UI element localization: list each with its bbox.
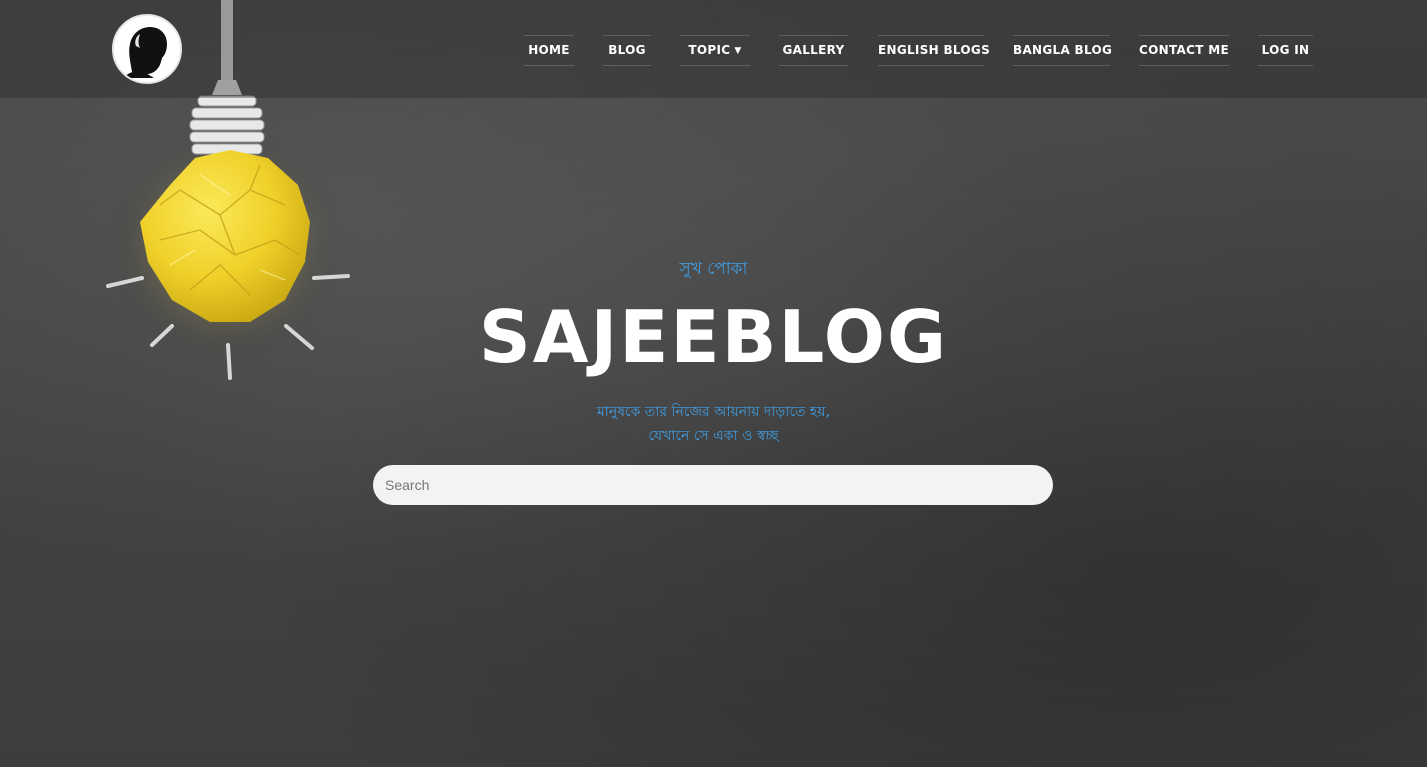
nav-item-topic[interactable]: TOPIC ▼	[680, 35, 750, 66]
chevron-down-icon: ▼	[734, 46, 742, 56]
page: HOME BLOG TOPIC ▼ GALLERY ENGLISH BLOGS B…	[0, 0, 1427, 767]
nav-item-label: TOPIC	[688, 43, 731, 57]
nav-item-label: HOME	[528, 43, 570, 57]
nav-item-english-blogs[interactable]: ENGLISH BLOGS	[878, 35, 990, 66]
quote-line-1: মানুষকে তার নিজের আয়নায় দাড়াতে হয়,	[597, 404, 830, 420]
nav-item-label: BANGLA BLOG	[1013, 43, 1113, 57]
nav-item-log-in[interactable]: LOG IN	[1258, 35, 1313, 66]
main-nav: HOME BLOG TOPIC ▼ GALLERY ENGLISH BLOGS B…	[0, 35, 1427, 66]
nav-item-label: BLOG	[608, 43, 646, 57]
nav-item-home[interactable]: HOME	[524, 35, 574, 66]
site-title: SAJEEBLOG	[478, 295, 949, 379]
quote-line-2: যেখানে সে একা ও স্বচ্ছ	[648, 428, 779, 444]
nav-item-bangla-blog[interactable]: BANGLA BLOG	[1013, 35, 1113, 66]
nav-item-label: ENGLISH BLOGS	[878, 43, 991, 57]
site-header: HOME BLOG TOPIC ▼ GALLERY ENGLISH BLOGS B…	[0, 0, 1427, 98]
nav-item-contact-me[interactable]: CONTACT ME	[1139, 35, 1229, 66]
nav-item-label: CONTACT ME	[1139, 43, 1229, 57]
search-input[interactable]	[373, 465, 1053, 505]
nav-item-label: GALLERY	[782, 43, 845, 57]
nav-item-label: LOG IN	[1261, 43, 1310, 57]
site-tagline: সুখ পোকা	[679, 259, 748, 279]
nav-item-blog[interactable]: BLOG	[603, 35, 651, 66]
nav-item-gallery[interactable]: GALLERY	[779, 35, 848, 66]
